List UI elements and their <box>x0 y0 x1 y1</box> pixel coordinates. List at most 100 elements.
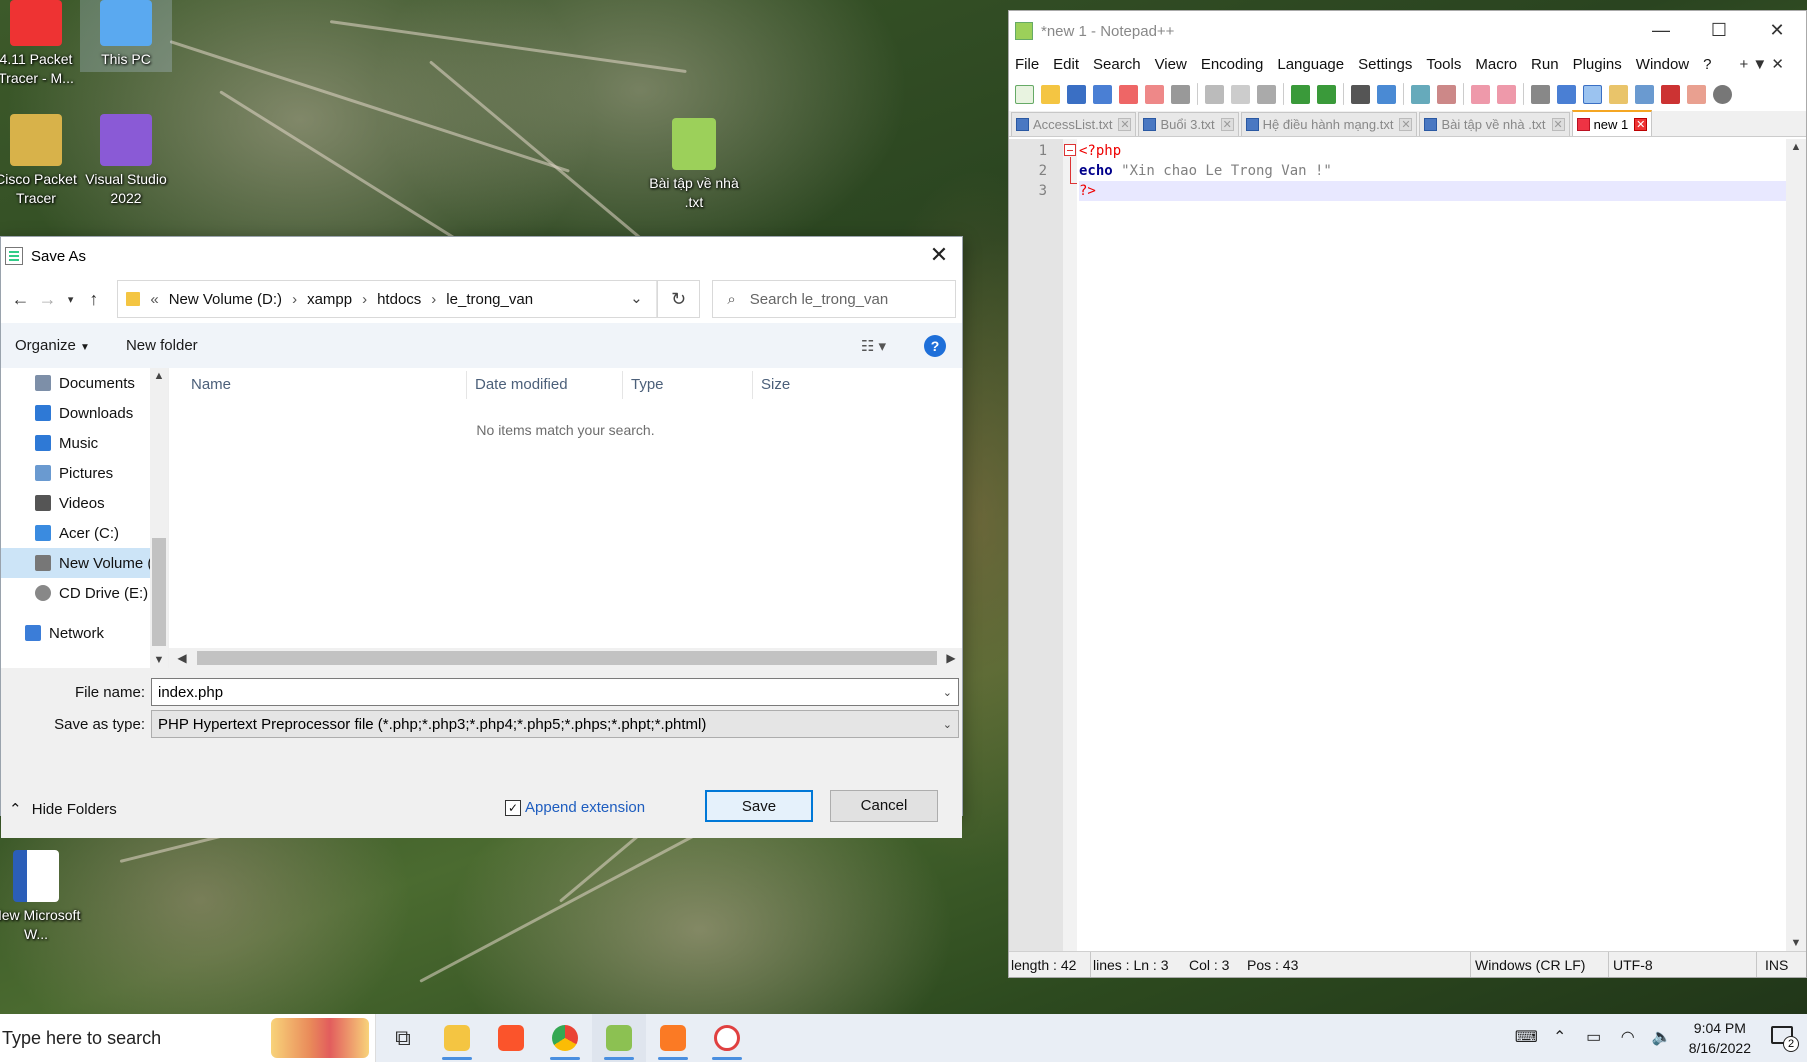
sync-horizontal-icon[interactable] <box>1497 84 1516 104</box>
volume-icon[interactable]: 🔈 <box>1651 1027 1673 1049</box>
menu-window[interactable]: Window <box>1636 56 1689 73</box>
cut-icon[interactable] <box>1205 84 1224 104</box>
menu-plugins[interactable]: Plugins <box>1573 56 1622 73</box>
vertical-scrollbar[interactable]: ▲ ▼ <box>1786 139 1806 951</box>
tab-close-icon[interactable]: ✕ <box>1634 117 1648 131</box>
up-arrow-icon[interactable]: ↑ <box>80 289 107 310</box>
document-map-icon[interactable] <box>1635 84 1654 104</box>
menu-file[interactable]: File <box>1015 56 1039 73</box>
save-button[interactable]: Save <box>705 790 813 822</box>
minimize-icon[interactable]: — <box>1632 11 1690 51</box>
menu-settings[interactable]: Settings <box>1358 56 1412 73</box>
tab-bai-tap-ve-nha[interactable]: Bài tập về nhà .txt ✕ <box>1419 112 1570 136</box>
breadcrumb-separator-icon[interactable]: › <box>362 291 367 308</box>
find-icon[interactable] <box>1351 84 1370 104</box>
desktop-icon-this-pc[interactable]: This PC <box>80 0 172 72</box>
maximize-icon[interactable]: ☐ <box>1690 11 1748 51</box>
menu-view[interactable]: View <box>1155 56 1187 73</box>
user-language-icon[interactable] <box>1609 84 1628 104</box>
close-all-icon[interactable] <box>1145 84 1164 104</box>
notification-center-button[interactable]: 2 <box>1769 1024 1799 1052</box>
view-options-icon[interactable]: ☷ ▾ <box>861 337 886 355</box>
menu-tools[interactable]: Tools <box>1426 56 1461 73</box>
scroll-up-icon[interactable]: ▲ <box>150 370 168 382</box>
editor-area[interactable]: 1 2 3 <?php echo "Xin chao Le Trong Van … <box>1009 139 1806 951</box>
menu-encoding[interactable]: Encoding <box>1201 56 1264 73</box>
tab-close-icon[interactable]: ✕ <box>1551 118 1565 131</box>
desktop-icon-word-document[interactable]: New Microsoft W... <box>0 850 82 944</box>
help-icon[interactable]: ? <box>924 334 946 357</box>
nav-item-cd-drive-e[interactable]: CD Drive (E:) <box>1 578 168 608</box>
back-arrow-icon[interactable]: ← <box>7 289 34 310</box>
nav-item-videos[interactable]: Videos <box>1 488 168 518</box>
column-header-name[interactable]: Name <box>169 371 467 399</box>
search-input[interactable]: ⌕ Search le_trong_van <box>712 280 957 318</box>
taskbar-search-box[interactable]: Type here to search <box>0 1014 376 1062</box>
breadcrumb-overflow[interactable]: « <box>150 291 158 308</box>
tab-close-icon[interactable]: ✕ <box>1220 118 1234 131</box>
taskbar-packet-tracer[interactable] <box>700 1014 754 1062</box>
close-button[interactable]: ✕ <box>916 237 962 273</box>
menu-window-controls[interactable]: + ▼ ✕ <box>1739 55 1784 73</box>
save-type-dropdown-icon[interactable]: ⌄ <box>943 718 952 731</box>
nav-item-acer-c[interactable]: Acer (C:) <box>1 518 168 548</box>
desktop-icon-bai-tap[interactable]: Bài tập về nhà .txt <box>648 118 740 212</box>
system-clock[interactable]: 9:04 PM 8/16/2022 <box>1689 1018 1751 1058</box>
checkbox-checked-icon[interactable]: ✓ <box>505 799 521 816</box>
append-extension-checkbox[interactable]: ✓ Append extension <box>505 799 645 816</box>
breadcrumb-xampp[interactable]: xampp <box>307 291 352 308</box>
scroll-up-icon[interactable]: ▲ <box>1786 141 1806 153</box>
zoom-in-icon[interactable] <box>1411 84 1430 104</box>
column-header-type[interactable]: Type <box>623 371 753 399</box>
tab-buoi-3[interactable]: Buổi 3.txt ✕ <box>1138 112 1239 136</box>
word-wrap-icon[interactable] <box>1531 84 1550 104</box>
tab-close-icon[interactable]: ✕ <box>1118 118 1132 131</box>
column-header-size[interactable]: Size <box>753 371 843 399</box>
sync-vertical-icon[interactable] <box>1471 84 1490 104</box>
taskbar-notepadpp[interactable] <box>592 1014 646 1062</box>
breadcrumb-htdocs[interactable]: htdocs <box>377 291 421 308</box>
taskbar-file-explorer[interactable] <box>430 1014 484 1062</box>
cancel-button[interactable]: Cancel <box>830 790 938 822</box>
print-icon[interactable] <box>1171 84 1190 104</box>
keyboard-layout-icon[interactable]: ⌨ <box>1515 1027 1538 1049</box>
macro-record-icon[interactable] <box>1713 84 1732 104</box>
folder-as-workspace-icon[interactable] <box>1687 84 1706 104</box>
tab-close-icon[interactable]: ✕ <box>1399 118 1413 131</box>
tab-accesslist[interactable]: AccessList.txt ✕ <box>1011 112 1137 136</box>
menu-run[interactable]: Run <box>1531 56 1559 73</box>
taskbar-brave[interactable] <box>484 1014 538 1062</box>
nav-item-documents[interactable]: Documents <box>1 368 168 398</box>
address-bar[interactable]: « New Volume (D:) › xampp › htdocs › le_… <box>117 280 658 318</box>
battery-icon[interactable]: ▭ <box>1583 1027 1605 1049</box>
scrollbar-thumb[interactable] <box>152 538 166 646</box>
fold-margin[interactable] <box>1063 139 1077 951</box>
save-all-icon[interactable] <box>1093 84 1112 104</box>
hide-folders-button[interactable]: ⌃ Hide Folders <box>9 800 117 818</box>
nav-item-downloads[interactable]: Downloads <box>1 398 168 428</box>
open-file-icon[interactable] <box>1041 84 1060 104</box>
menu-edit[interactable]: Edit <box>1053 56 1079 73</box>
indent-guide-icon[interactable] <box>1583 84 1602 104</box>
fold-collapse-icon[interactable] <box>1064 144 1076 156</box>
taskbar-xampp[interactable] <box>646 1014 700 1062</box>
taskbar-chrome[interactable] <box>538 1014 592 1062</box>
wifi-icon[interactable]: ◠ <box>1617 1027 1639 1049</box>
close-file-icon[interactable] <box>1119 84 1138 104</box>
scrollbar-thumb[interactable] <box>197 651 937 665</box>
desktop-icon-visual-studio[interactable]: Visual Studio 2022 <box>80 114 172 208</box>
new-file-icon[interactable] <box>1015 84 1034 104</box>
file-name-dropdown-icon[interactable]: ⌄ <box>943 686 952 699</box>
menu-language[interactable]: Language <box>1277 56 1344 73</box>
new-folder-button[interactable]: New folder <box>126 337 198 354</box>
paste-icon[interactable] <box>1257 84 1276 104</box>
show-all-characters-icon[interactable] <box>1557 84 1576 104</box>
replace-icon[interactable] <box>1377 84 1396 104</box>
menu-search[interactable]: Search <box>1093 56 1141 73</box>
breadcrumb-separator-icon[interactable]: › <box>431 291 436 308</box>
task-view-button[interactable]: ⧉ <box>376 1014 430 1062</box>
save-type-select[interactable]: PHP Hypertext Preprocessor file (*.php;*… <box>151 710 959 738</box>
save-icon[interactable] <box>1067 84 1086 104</box>
copy-icon[interactable] <box>1231 84 1250 104</box>
horizontal-scrollbar[interactable]: ◀ ▶ <box>169 648 962 668</box>
